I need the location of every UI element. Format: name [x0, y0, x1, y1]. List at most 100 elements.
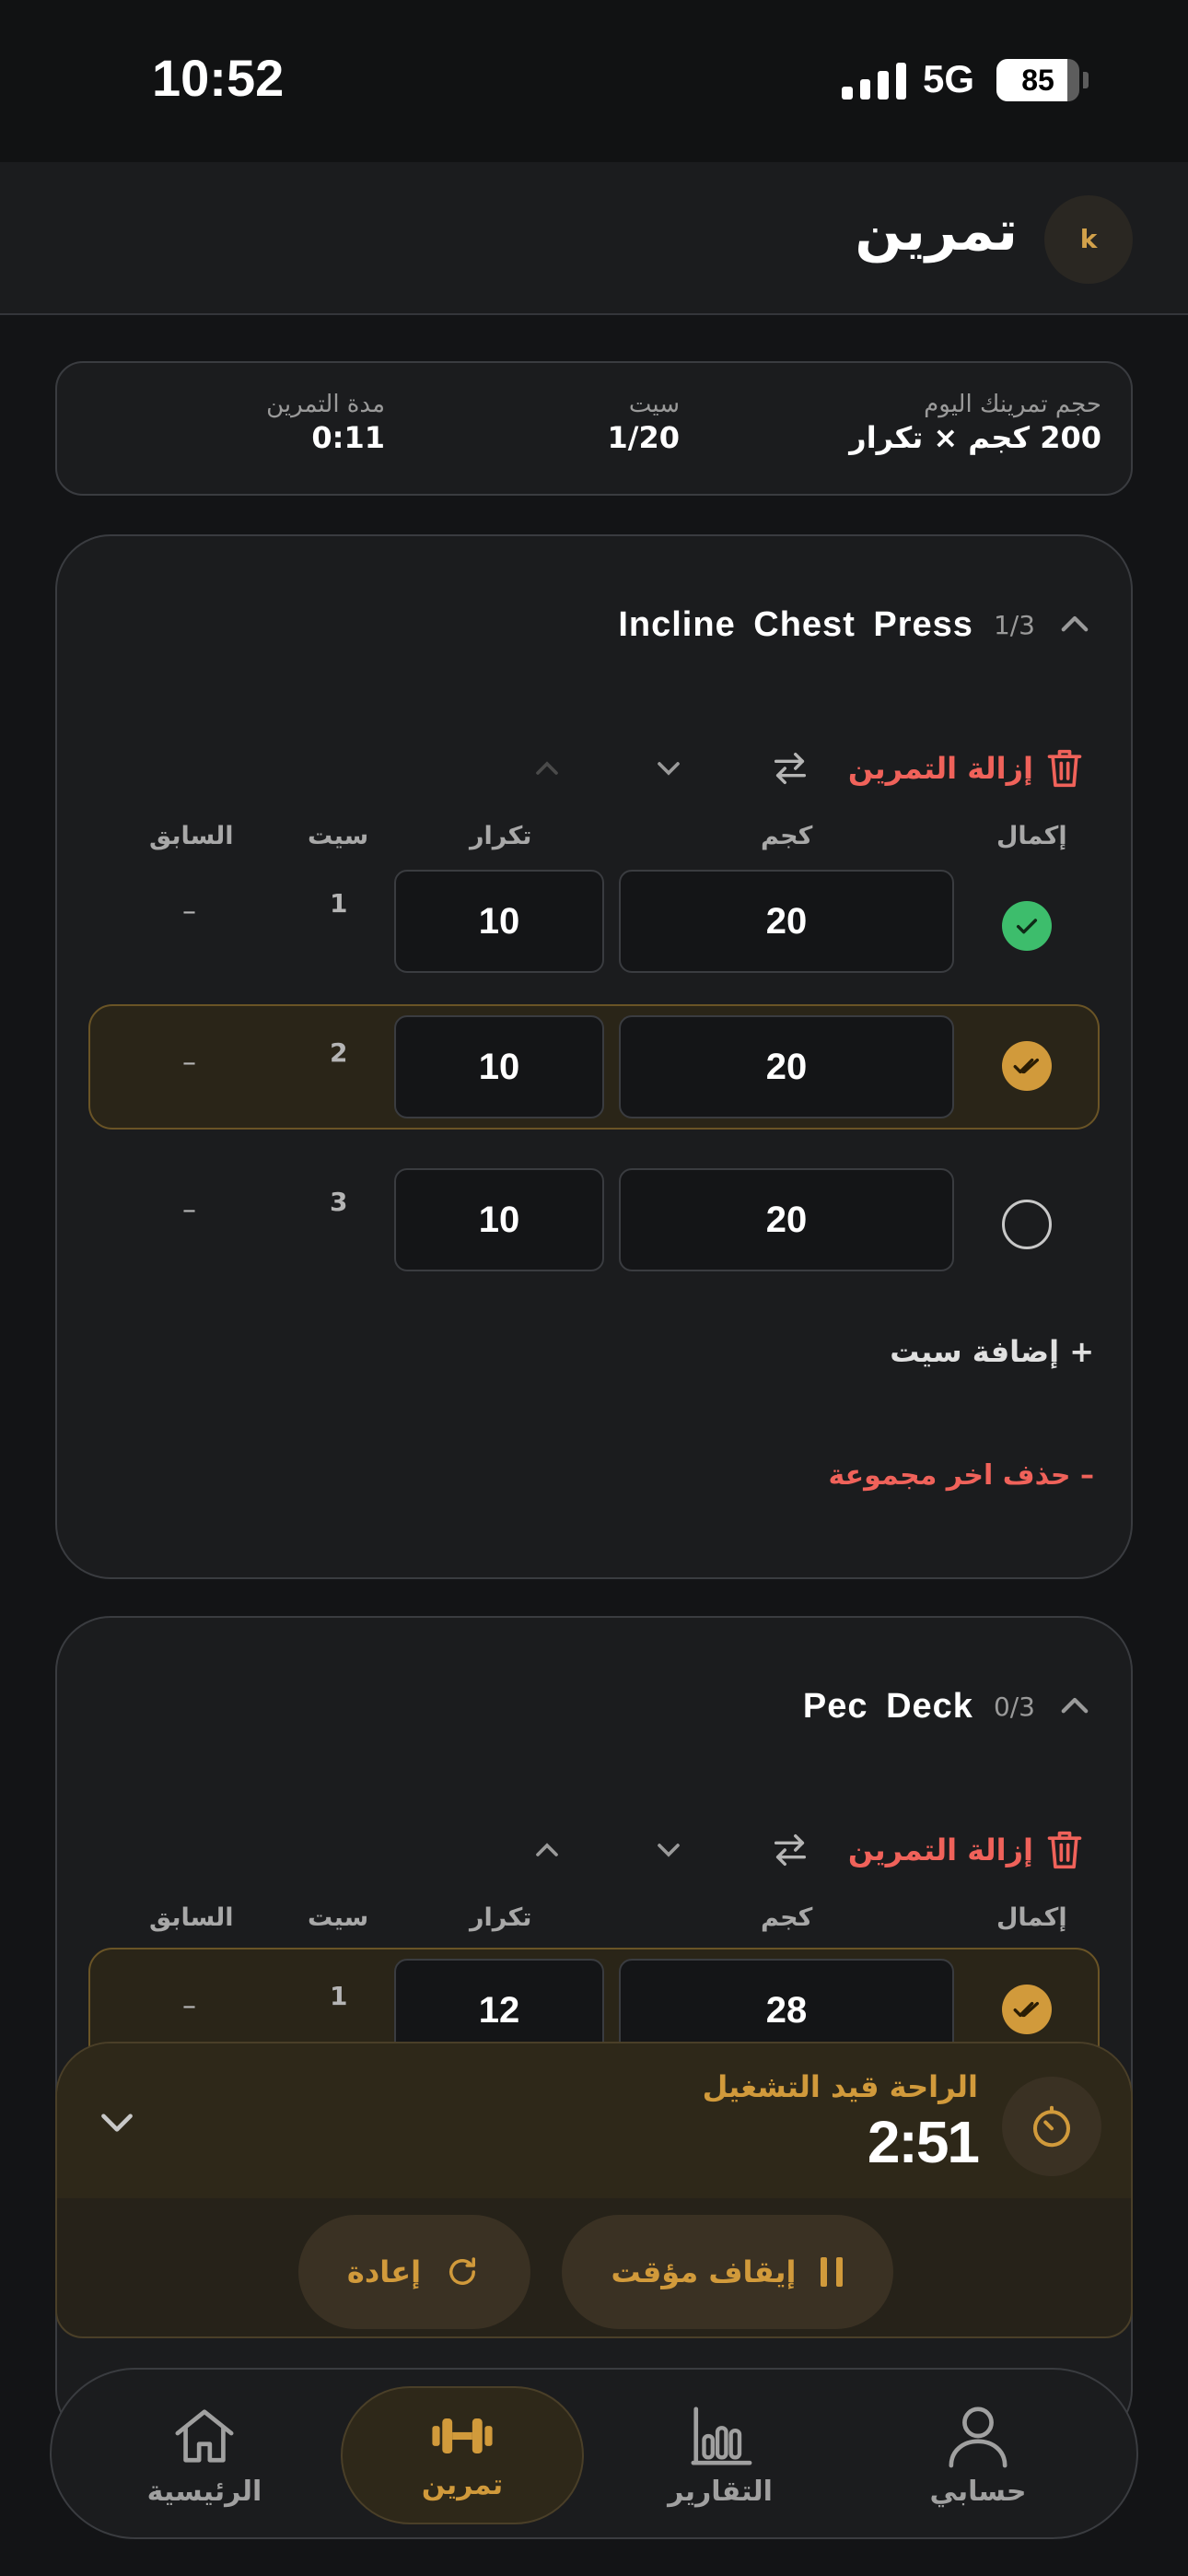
move-up-button[interactable]: [519, 741, 575, 796]
swap-icon: [774, 752, 807, 785]
exercise-name: Incline Chest Press: [618, 604, 973, 644]
col-set: سيت: [308, 1903, 369, 1932]
set-number: 1: [330, 1981, 348, 2011]
stopwatch-icon: [1032, 2105, 1071, 2148]
weight-input[interactable]: 20: [619, 1015, 954, 1118]
bottom-nav: الرئيسية تمرين التقارير حسابي: [50, 2368, 1138, 2539]
sets-stat: سيت 1/20: [608, 391, 680, 455]
pause-timer-button[interactable]: إيقاف مؤقت: [562, 2215, 893, 2329]
timer-icon: [1002, 2077, 1101, 2176]
status-bar: 10:52 5G 85: [0, 0, 1188, 162]
previous-value: –: [182, 1047, 196, 1079]
status-time: 10:52: [152, 49, 285, 107]
col-weight: كجم: [761, 1903, 813, 1932]
volume-stat: حجم تمرينك اليوم 200 كجم × تكرار: [849, 391, 1101, 455]
chevron-up-icon[interactable]: [1055, 605, 1094, 644]
remove-exercise-label: إزالة التمرين: [847, 751, 1033, 786]
exercise-progress: 0/3: [993, 1691, 1035, 1722]
chevron-down-icon: [658, 762, 680, 776]
network-label: 5G: [923, 57, 975, 100]
set-number: 2: [330, 1037, 348, 1068]
chevron-down-icon: [658, 1844, 680, 1857]
nav-home[interactable]: الرئيسية: [83, 2386, 326, 2524]
set-complete-toggle[interactable]: [1002, 901, 1052, 951]
battery-icon: 85: [996, 59, 1079, 101]
col-weight: كجم: [761, 822, 813, 850]
exercise-name: Pec Deck: [802, 1686, 973, 1726]
remove-exercise-button[interactable]: إزالة التمرين: [848, 746, 1085, 790]
set-number: 3: [330, 1187, 348, 1217]
sets-value: 1/20: [607, 420, 680, 455]
move-up-button[interactable]: [519, 1822, 575, 1878]
volume-label: حجم تمرينك اليوم: [924, 391, 1101, 418]
avatar[interactable]: k: [1044, 195, 1133, 284]
app-header: تمرين k: [0, 162, 1188, 315]
pause-label: إيقاف مؤقت: [611, 2254, 797, 2289]
move-down-button[interactable]: [641, 741, 696, 796]
set-complete-toggle[interactable]: [1002, 1200, 1052, 1249]
nav-reports-label: التقارير: [668, 2475, 773, 2508]
reps-input[interactable]: 10: [394, 1015, 604, 1118]
workout-summary: حجم تمرينك اليوم 200 كجم × تكرار سيت 1/2…: [55, 361, 1133, 496]
nav-workout[interactable]: تمرين: [341, 2386, 584, 2524]
chevron-down-icon[interactable]: [94, 2099, 140, 2145]
col-previous: السابق: [149, 822, 234, 850]
previous-value: –: [182, 1194, 196, 1226]
reps-input[interactable]: 10: [394, 870, 604, 973]
trash-icon: [1047, 749, 1082, 788]
rest-timer-header: الراحة قيد التشغيل 2:51: [57, 2043, 1131, 2198]
volume-value: 200 كجم × تكرار: [849, 420, 1101, 455]
nav-reports[interactable]: التقارير: [599, 2386, 842, 2524]
weight-input[interactable]: 20: [619, 1168, 954, 1271]
duration-label: مدة التمرين: [266, 391, 385, 418]
double-check-icon: [1013, 2001, 1040, 2018]
reset-label: إعادة: [346, 2254, 422, 2289]
duration-value: 0:11: [311, 420, 385, 455]
sets-label: سيت: [628, 391, 680, 418]
nav-account[interactable]: حسابي: [856, 2386, 1100, 2524]
col-set: سيت: [308, 822, 369, 850]
weight-input[interactable]: 20: [619, 870, 954, 973]
col-reps: تكرار: [470, 1903, 532, 1932]
chevron-up-icon[interactable]: [1055, 1687, 1094, 1726]
double-check-icon: [1013, 1058, 1040, 1074]
rest-status-label: الراحة قيد التشغيل: [702, 2069, 978, 2104]
previous-value: –: [182, 896, 196, 928]
add-set-button[interactable]: + إضافة سيت: [890, 1334, 1094, 1369]
swap-exercise-button[interactable]: [763, 1822, 818, 1878]
rest-timer-panel: الراحة قيد التشغيل 2:51 إيقاف مؤقت إعادة: [55, 2042, 1133, 2338]
duration-stat: مدة التمرين 0:11: [266, 391, 385, 455]
check-icon: [1016, 919, 1038, 934]
exercise-toolbar: إزالة التمرين: [57, 1822, 1131, 1878]
swap-exercise-button[interactable]: [763, 741, 818, 796]
set-row: – 3 10 20: [88, 1148, 1100, 1273]
chevron-up-icon: [536, 761, 558, 775]
delete-last-set-button[interactable]: – حذف اخر مجموعة: [828, 1459, 1094, 1492]
previous-value: –: [182, 1990, 196, 2022]
nav-account-label: حسابي: [929, 2475, 1027, 2508]
remove-exercise-label: إزالة التمرين: [847, 1832, 1033, 1868]
battery-nub: [1083, 72, 1089, 88]
set-complete-toggle[interactable]: [1002, 1041, 1052, 1091]
reps-input[interactable]: 10: [394, 1168, 604, 1271]
nav-workout-label: تمرين: [421, 2468, 504, 2501]
exercise-progress: 1/3: [993, 609, 1035, 640]
exercise-header[interactable]: 0/3 Pec Deck: [803, 1680, 1094, 1732]
refresh-icon: [449, 2257, 476, 2285]
exercise-header[interactable]: 1/3 Incline Chest Press: [618, 599, 1094, 650]
rest-countdown: 2:51: [867, 2109, 980, 2175]
set-number: 1: [330, 888, 348, 919]
reset-timer-button[interactable]: إعادة: [298, 2215, 530, 2329]
nav-home-label: الرئيسية: [146, 2475, 262, 2508]
signal-icon: [842, 61, 906, 100]
set-complete-toggle[interactable]: [1002, 1985, 1052, 2034]
battery-percent: 85: [1021, 64, 1054, 97]
trash-icon: [1047, 1831, 1082, 1869]
page-title: تمرين: [855, 199, 1018, 263]
exercise-toolbar: إزالة التمرين: [57, 741, 1131, 796]
move-down-button[interactable]: [641, 1822, 696, 1878]
remove-exercise-button[interactable]: إزالة التمرين: [848, 1828, 1085, 1872]
col-previous: السابق: [149, 1903, 234, 1932]
set-row-active: – 2 10 20: [88, 1004, 1100, 1130]
chevron-up-icon: [536, 1843, 558, 1856]
